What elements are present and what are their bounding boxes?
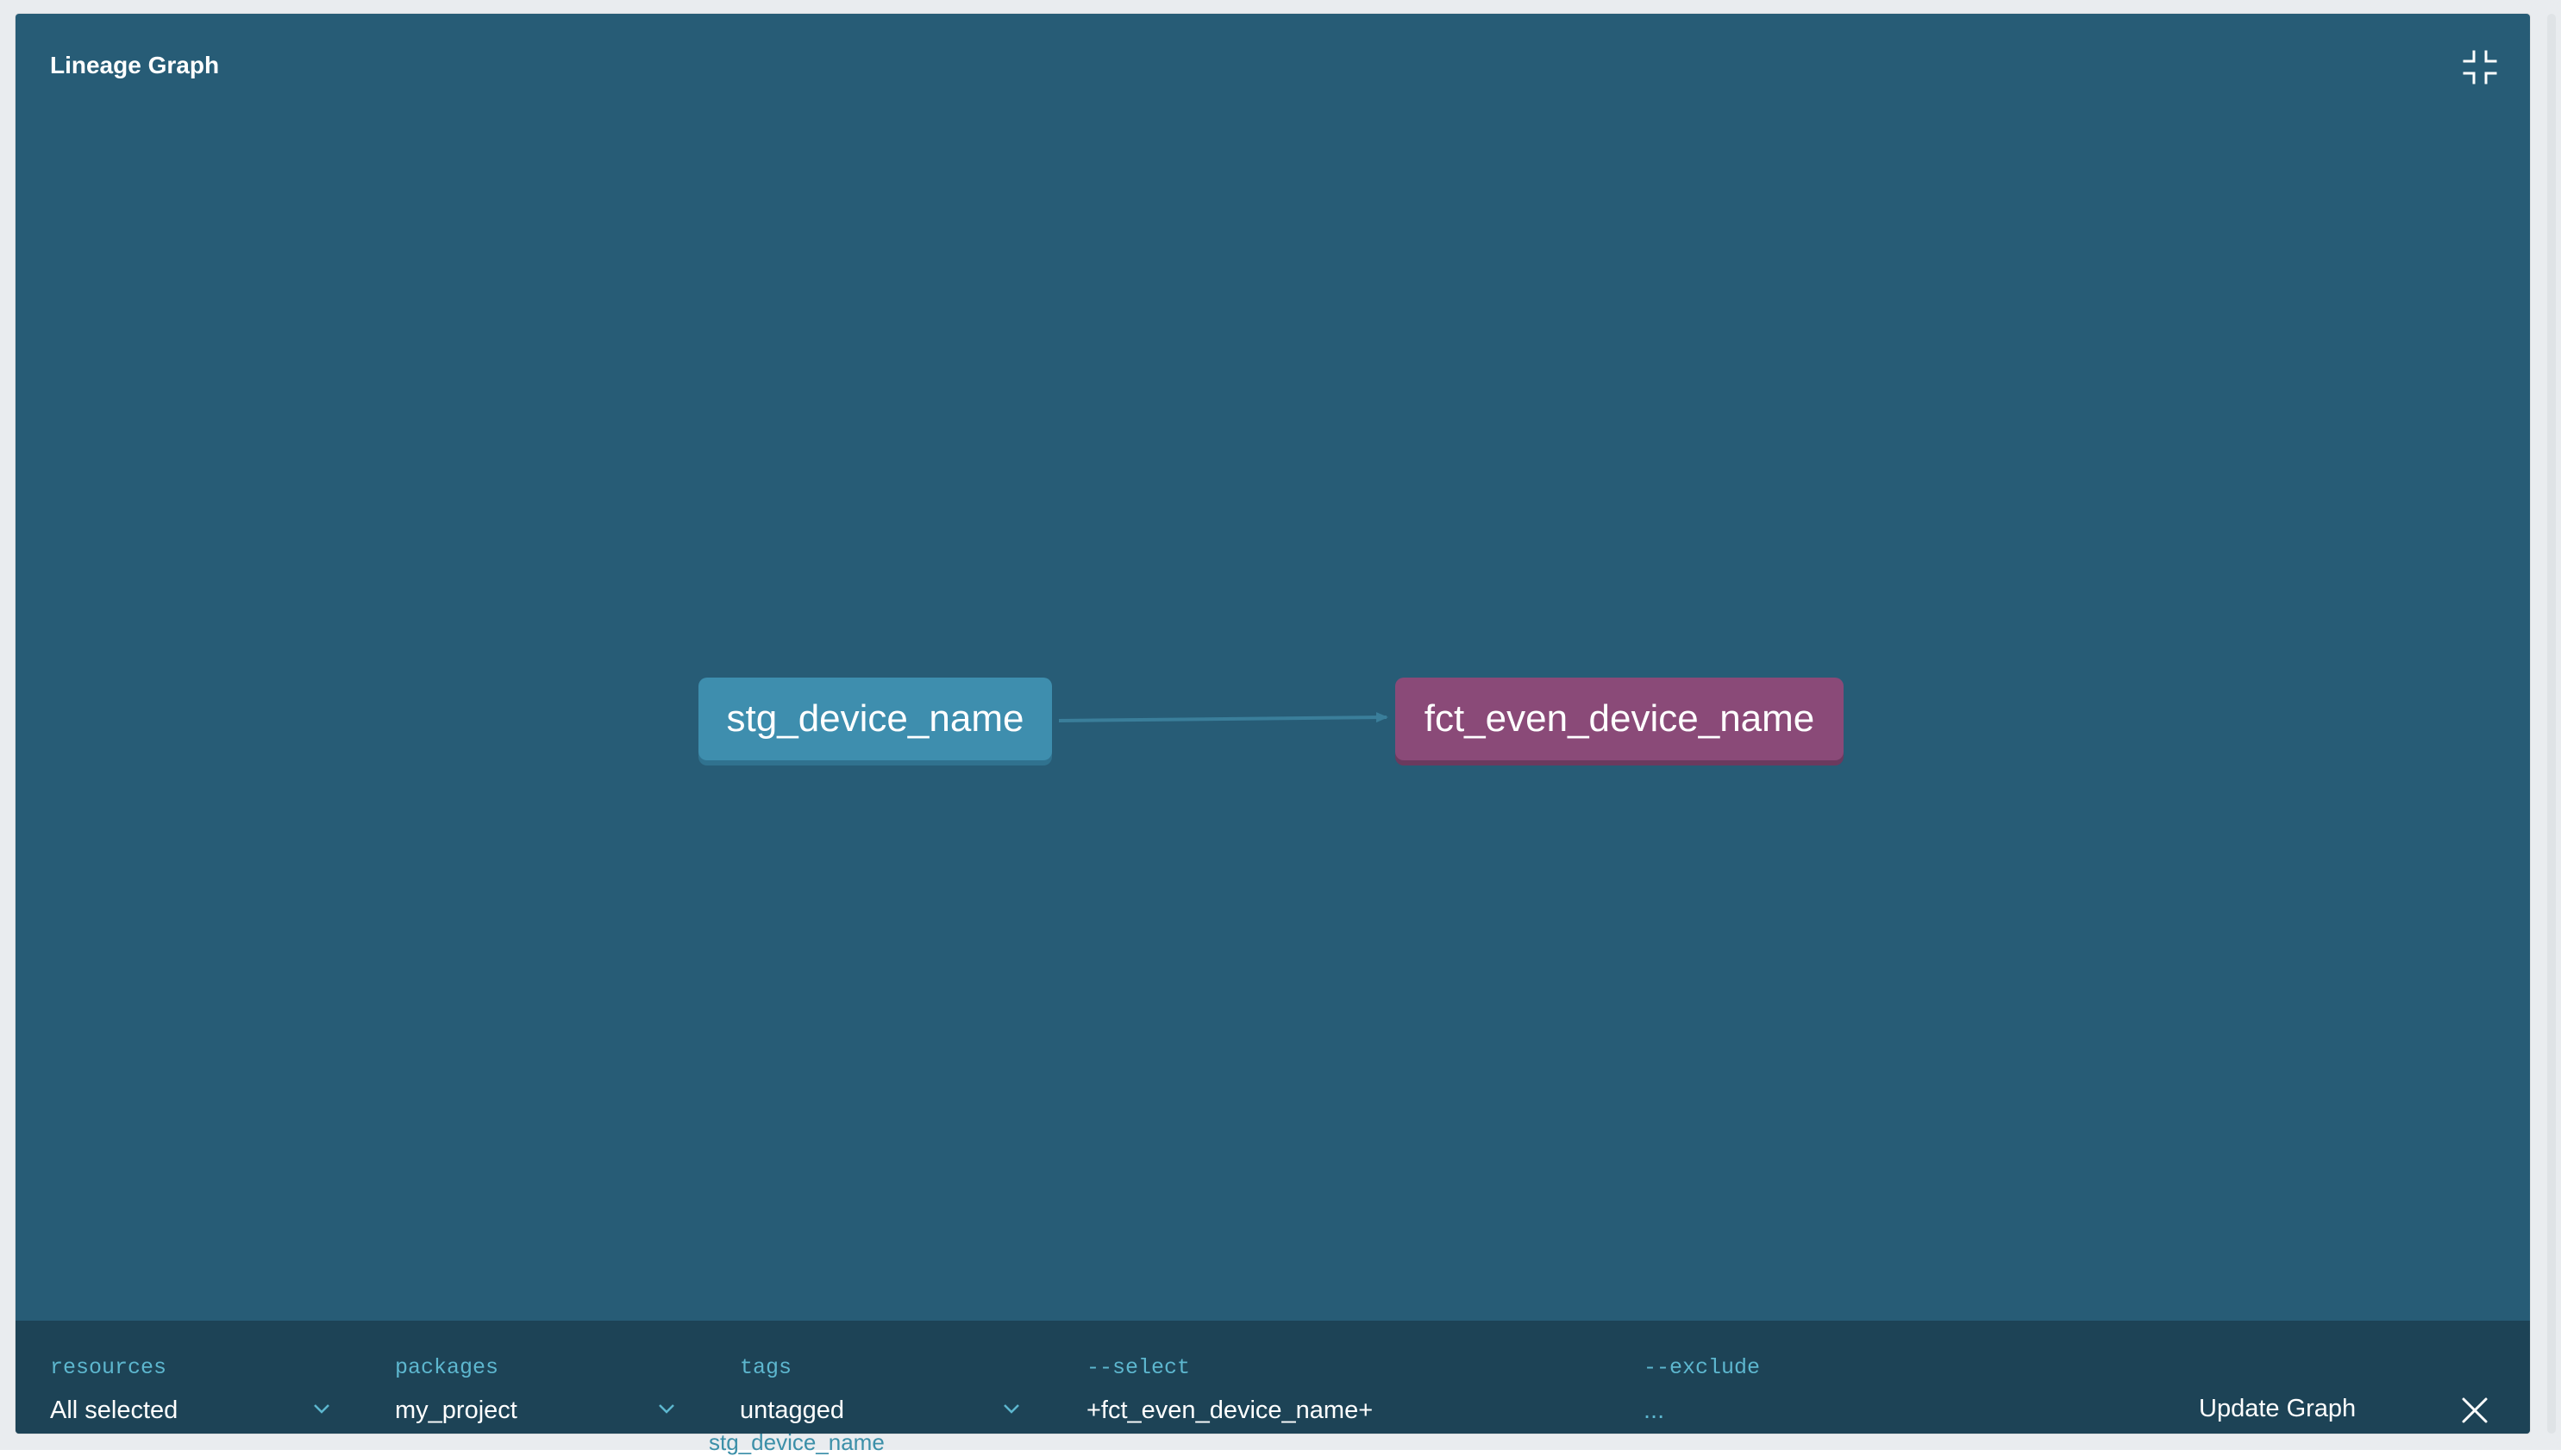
resources-label: resources [50,1355,167,1380]
graph-node-target[interactable]: fct_even_device_name [1395,678,1844,760]
select-filter[interactable]: --select +fct_even_device_name+ [1086,1321,1604,1434]
packages-label: packages [395,1355,499,1380]
chevron-down-icon[interactable] [312,1402,331,1415]
update-graph-button[interactable]: Update Graph [2199,1395,2356,1423]
lineage-graph-canvas[interactable] [16,14,2530,1307]
exclude-input[interactable]: ... [1644,1397,1664,1425]
exclude-filter[interactable]: --exclude ... [1644,1321,2161,1434]
close-icon [2462,1397,2488,1423]
close-button[interactable] [2461,1397,2489,1424]
select-input[interactable]: +fct_even_device_name+ [1086,1397,1373,1425]
page-scrollbar[interactable] [2547,14,2556,1434]
tags-filter[interactable]: tags untagged [740,1321,1042,1434]
resources-filter[interactable]: resources All selected [50,1321,352,1434]
edge-stg-to-fct [1058,712,1388,723]
lineage-graph-modal: Lineage Graph stg_device_name fct_even_d… [16,14,2530,1434]
filter-bar: resources All selected packages my_proje… [16,1321,2530,1434]
exclude-label: --exclude [1644,1355,1761,1380]
chevron-down-icon[interactable] [1002,1402,1021,1415]
graph-node-source[interactable]: stg_device_name [698,678,1052,760]
packages-select[interactable]: my_project [395,1397,517,1425]
resources-select[interactable]: All selected [50,1397,178,1425]
tags-select[interactable]: untagged [740,1397,844,1425]
chevron-down-icon[interactable] [657,1402,676,1415]
select-label: --select [1086,1355,1191,1380]
packages-filter[interactable]: packages my_project [395,1321,697,1434]
tags-label: tags [740,1355,792,1380]
